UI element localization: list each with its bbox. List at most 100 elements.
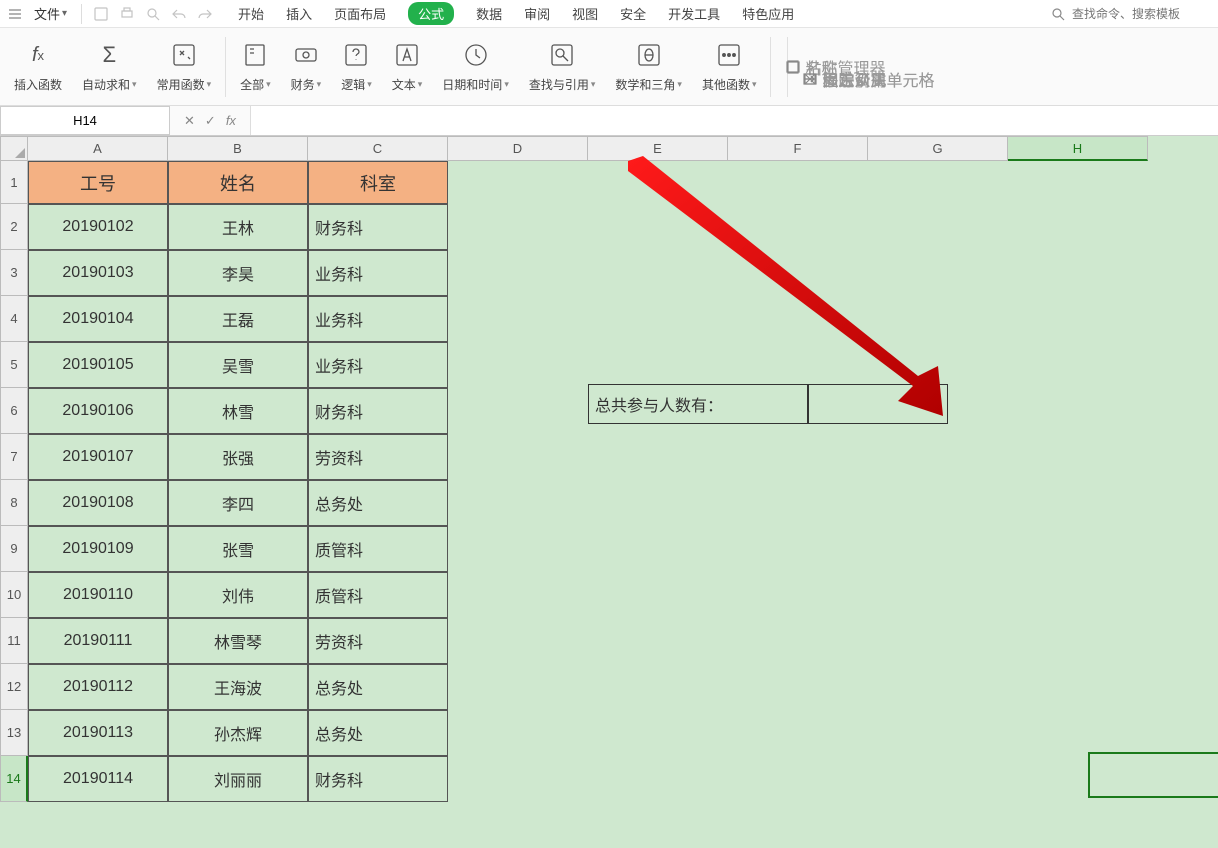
table-cell[interactable]: 王磊	[168, 296, 308, 342]
table-cell[interactable]: 刘伟	[168, 572, 308, 618]
table-cell[interactable]: 劳资科	[308, 618, 448, 664]
formula-input[interactable]	[250, 106, 1218, 135]
table-cell[interactable]: 20190106	[28, 388, 168, 434]
row-header-8[interactable]: 8	[0, 480, 28, 526]
qat-preview-icon[interactable]	[142, 3, 164, 25]
worksheet[interactable]: ABCDEFGH 1234567891011121314 总共参与人数有： 13…	[0, 136, 1218, 848]
table-cell[interactable]: 20190105	[28, 342, 168, 388]
table-cell[interactable]: 张强	[168, 434, 308, 480]
column-header-D[interactable]: D	[448, 136, 588, 161]
qat-print-icon[interactable]	[116, 3, 138, 25]
table-cell[interactable]: 总务处	[308, 480, 448, 526]
row-header-11[interactable]: 11	[0, 618, 28, 664]
row-header-9[interactable]: 9	[0, 526, 28, 572]
row-header-13[interactable]: 13	[0, 710, 28, 756]
table-cell[interactable]: 20190102	[28, 204, 168, 250]
ribbon-recent-functions[interactable]: 常用函数▾	[151, 40, 218, 93]
table-cell[interactable]: 20190107	[28, 434, 168, 480]
table-cell[interactable]: 劳资科	[308, 434, 448, 480]
table-cell[interactable]: 20190110	[28, 572, 168, 618]
row-header-3[interactable]: 3	[0, 250, 28, 296]
table-cell[interactable]: 财务科	[308, 756, 448, 802]
table-cell[interactable]: 20190111	[28, 618, 168, 664]
table-cell[interactable]: 总务处	[308, 664, 448, 710]
row-header-2[interactable]: 2	[0, 204, 28, 250]
table-cell[interactable]: 张雪	[168, 526, 308, 572]
table-cell[interactable]: 孙杰辉	[168, 710, 308, 756]
tab-insert[interactable]: 插入	[286, 2, 312, 25]
ribbon-text[interactable]: 文本▾	[386, 40, 429, 93]
row-header-7[interactable]: 7	[0, 434, 28, 480]
table-cell[interactable]: 20190104	[28, 296, 168, 342]
search-box[interactable]	[1050, 6, 1212, 22]
column-header-B[interactable]: B	[168, 136, 308, 161]
tab-review[interactable]: 审阅	[524, 2, 550, 25]
name-box[interactable]	[0, 106, 170, 135]
table-cell[interactable]: 业务科	[308, 250, 448, 296]
ribbon-show-formulas[interactable]: 显示公式	[796, 67, 892, 91]
ribbon-math-trig[interactable]: 数学和三角▾	[609, 40, 688, 93]
column-header-F[interactable]: F	[728, 136, 868, 161]
tab-developer[interactable]: 开发工具	[668, 2, 720, 25]
hamburger-icon[interactable]	[6, 5, 24, 23]
column-header-G[interactable]: G	[868, 136, 1008, 161]
qat-redo-icon[interactable]	[194, 3, 216, 25]
table-cell[interactable]: 林雪琴	[168, 618, 308, 664]
table-cell[interactable]: 总务处	[308, 710, 448, 756]
table-cell[interactable]: 业务科	[308, 296, 448, 342]
table-cell[interactable]: 林雪	[168, 388, 308, 434]
table-cell[interactable]: 20190103	[28, 250, 168, 296]
table-cell[interactable]: 王海波	[168, 664, 308, 710]
select-all-corner[interactable]	[0, 136, 28, 161]
name-box-input[interactable]	[0, 106, 170, 135]
table-cell[interactable]: 20190109	[28, 526, 168, 572]
result-label-cell[interactable]: 总共参与人数有：	[588, 384, 808, 424]
qat-save-icon[interactable]	[90, 3, 112, 25]
column-header-C[interactable]: C	[308, 136, 448, 161]
table-cell[interactable]: 20190114	[28, 756, 168, 802]
table-header-cell[interactable]: 科室	[308, 161, 448, 204]
row-header-10[interactable]: 10	[0, 572, 28, 618]
search-input[interactable]	[1072, 7, 1212, 21]
table-cell[interactable]: 财务科	[308, 204, 448, 250]
ribbon-lookup-reference[interactable]: 查找与引用▾	[523, 40, 602, 93]
table-cell[interactable]: 吴雪	[168, 342, 308, 388]
fx-icon[interactable]: fx	[226, 113, 236, 128]
table-cell[interactable]: 李昊	[168, 250, 308, 296]
ribbon-logical[interactable]: 逻辑▾	[335, 40, 378, 93]
column-header-A[interactable]: A	[28, 136, 168, 161]
grid[interactable]: 总共参与人数有： 13 工号姓名科室20190102王林财务科20190103李…	[28, 161, 1218, 848]
ribbon-all-functions[interactable]: 全部▾	[234, 40, 277, 93]
ribbon-insert-function[interactable]: fx 插入函数	[8, 40, 68, 93]
tab-special[interactable]: 特色应用	[742, 2, 794, 25]
column-header-E[interactable]: E	[588, 136, 728, 161]
table-header-cell[interactable]: 工号	[28, 161, 168, 204]
ribbon-autosum[interactable]: Σ 自动求和▾	[76, 40, 143, 93]
cancel-icon[interactable]: ✕	[184, 113, 195, 129]
table-cell[interactable]: 业务科	[308, 342, 448, 388]
tab-page-layout[interactable]: 页面布局	[334, 2, 386, 25]
table-cell[interactable]: 李四	[168, 480, 308, 526]
row-header-1[interactable]: 1	[0, 161, 28, 204]
ribbon-more-functions[interactable]: 其他函数▾	[696, 40, 763, 93]
row-header-12[interactable]: 12	[0, 664, 28, 710]
table-cell[interactable]: 刘丽丽	[168, 756, 308, 802]
row-header-14[interactable]: 14	[0, 756, 28, 802]
table-header-cell[interactable]: 姓名	[168, 161, 308, 204]
tab-security[interactable]: 安全	[620, 2, 646, 25]
table-cell[interactable]: 20190108	[28, 480, 168, 526]
tab-home[interactable]: 开始	[238, 2, 264, 25]
table-cell[interactable]: 20190113	[28, 710, 168, 756]
row-header-5[interactable]: 5	[0, 342, 28, 388]
row-header-4[interactable]: 4	[0, 296, 28, 342]
table-cell[interactable]: 财务科	[308, 388, 448, 434]
file-menu[interactable]: 文件 ▾	[28, 2, 73, 25]
tab-formulas[interactable]: 公式	[408, 2, 454, 25]
table-cell[interactable]: 王林	[168, 204, 308, 250]
column-header-H[interactable]: H	[1008, 136, 1148, 161]
row-header-6[interactable]: 6	[0, 388, 28, 434]
ribbon-financial[interactable]: 财务▾	[285, 40, 328, 93]
table-cell[interactable]: 20190112	[28, 664, 168, 710]
result-value-cell[interactable]: 13	[808, 384, 948, 424]
tab-view[interactable]: 视图	[572, 2, 598, 25]
